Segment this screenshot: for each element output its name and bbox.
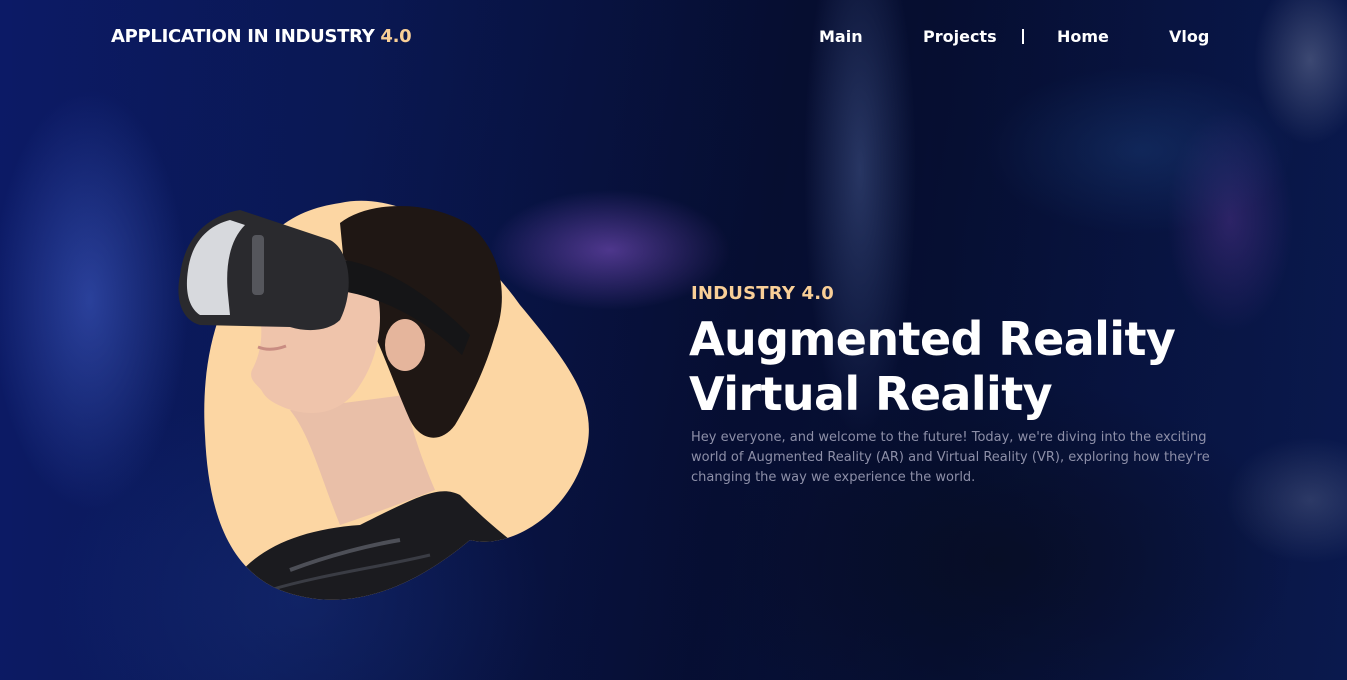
- nav-divider: [1022, 29, 1024, 44]
- hero-title: Augmented Reality Virtual Reality: [689, 312, 1249, 422]
- hero-title-line-1: Augmented Reality: [689, 312, 1176, 366]
- hero-description: Hey everyone, and welcome to the future!…: [691, 430, 1210, 485]
- nav-item-main[interactable]: Main: [819, 27, 863, 46]
- page: APPLICATION IN INDUSTRY 4.0 Main Project…: [0, 0, 1347, 680]
- nav-item-vlog[interactable]: Vlog: [1169, 27, 1209, 46]
- nav-item-projects[interactable]: Projects: [923, 27, 997, 46]
- hero-title-line-2: Virtual Reality: [689, 367, 1053, 421]
- hero-eyebrow: INDUSTRY 4.0: [691, 283, 835, 304]
- main-nav: Main Projects Home Vlog: [0, 27, 1347, 51]
- hero-vr-user-image: [178, 200, 589, 600]
- nav-item-home[interactable]: Home: [1057, 27, 1109, 46]
